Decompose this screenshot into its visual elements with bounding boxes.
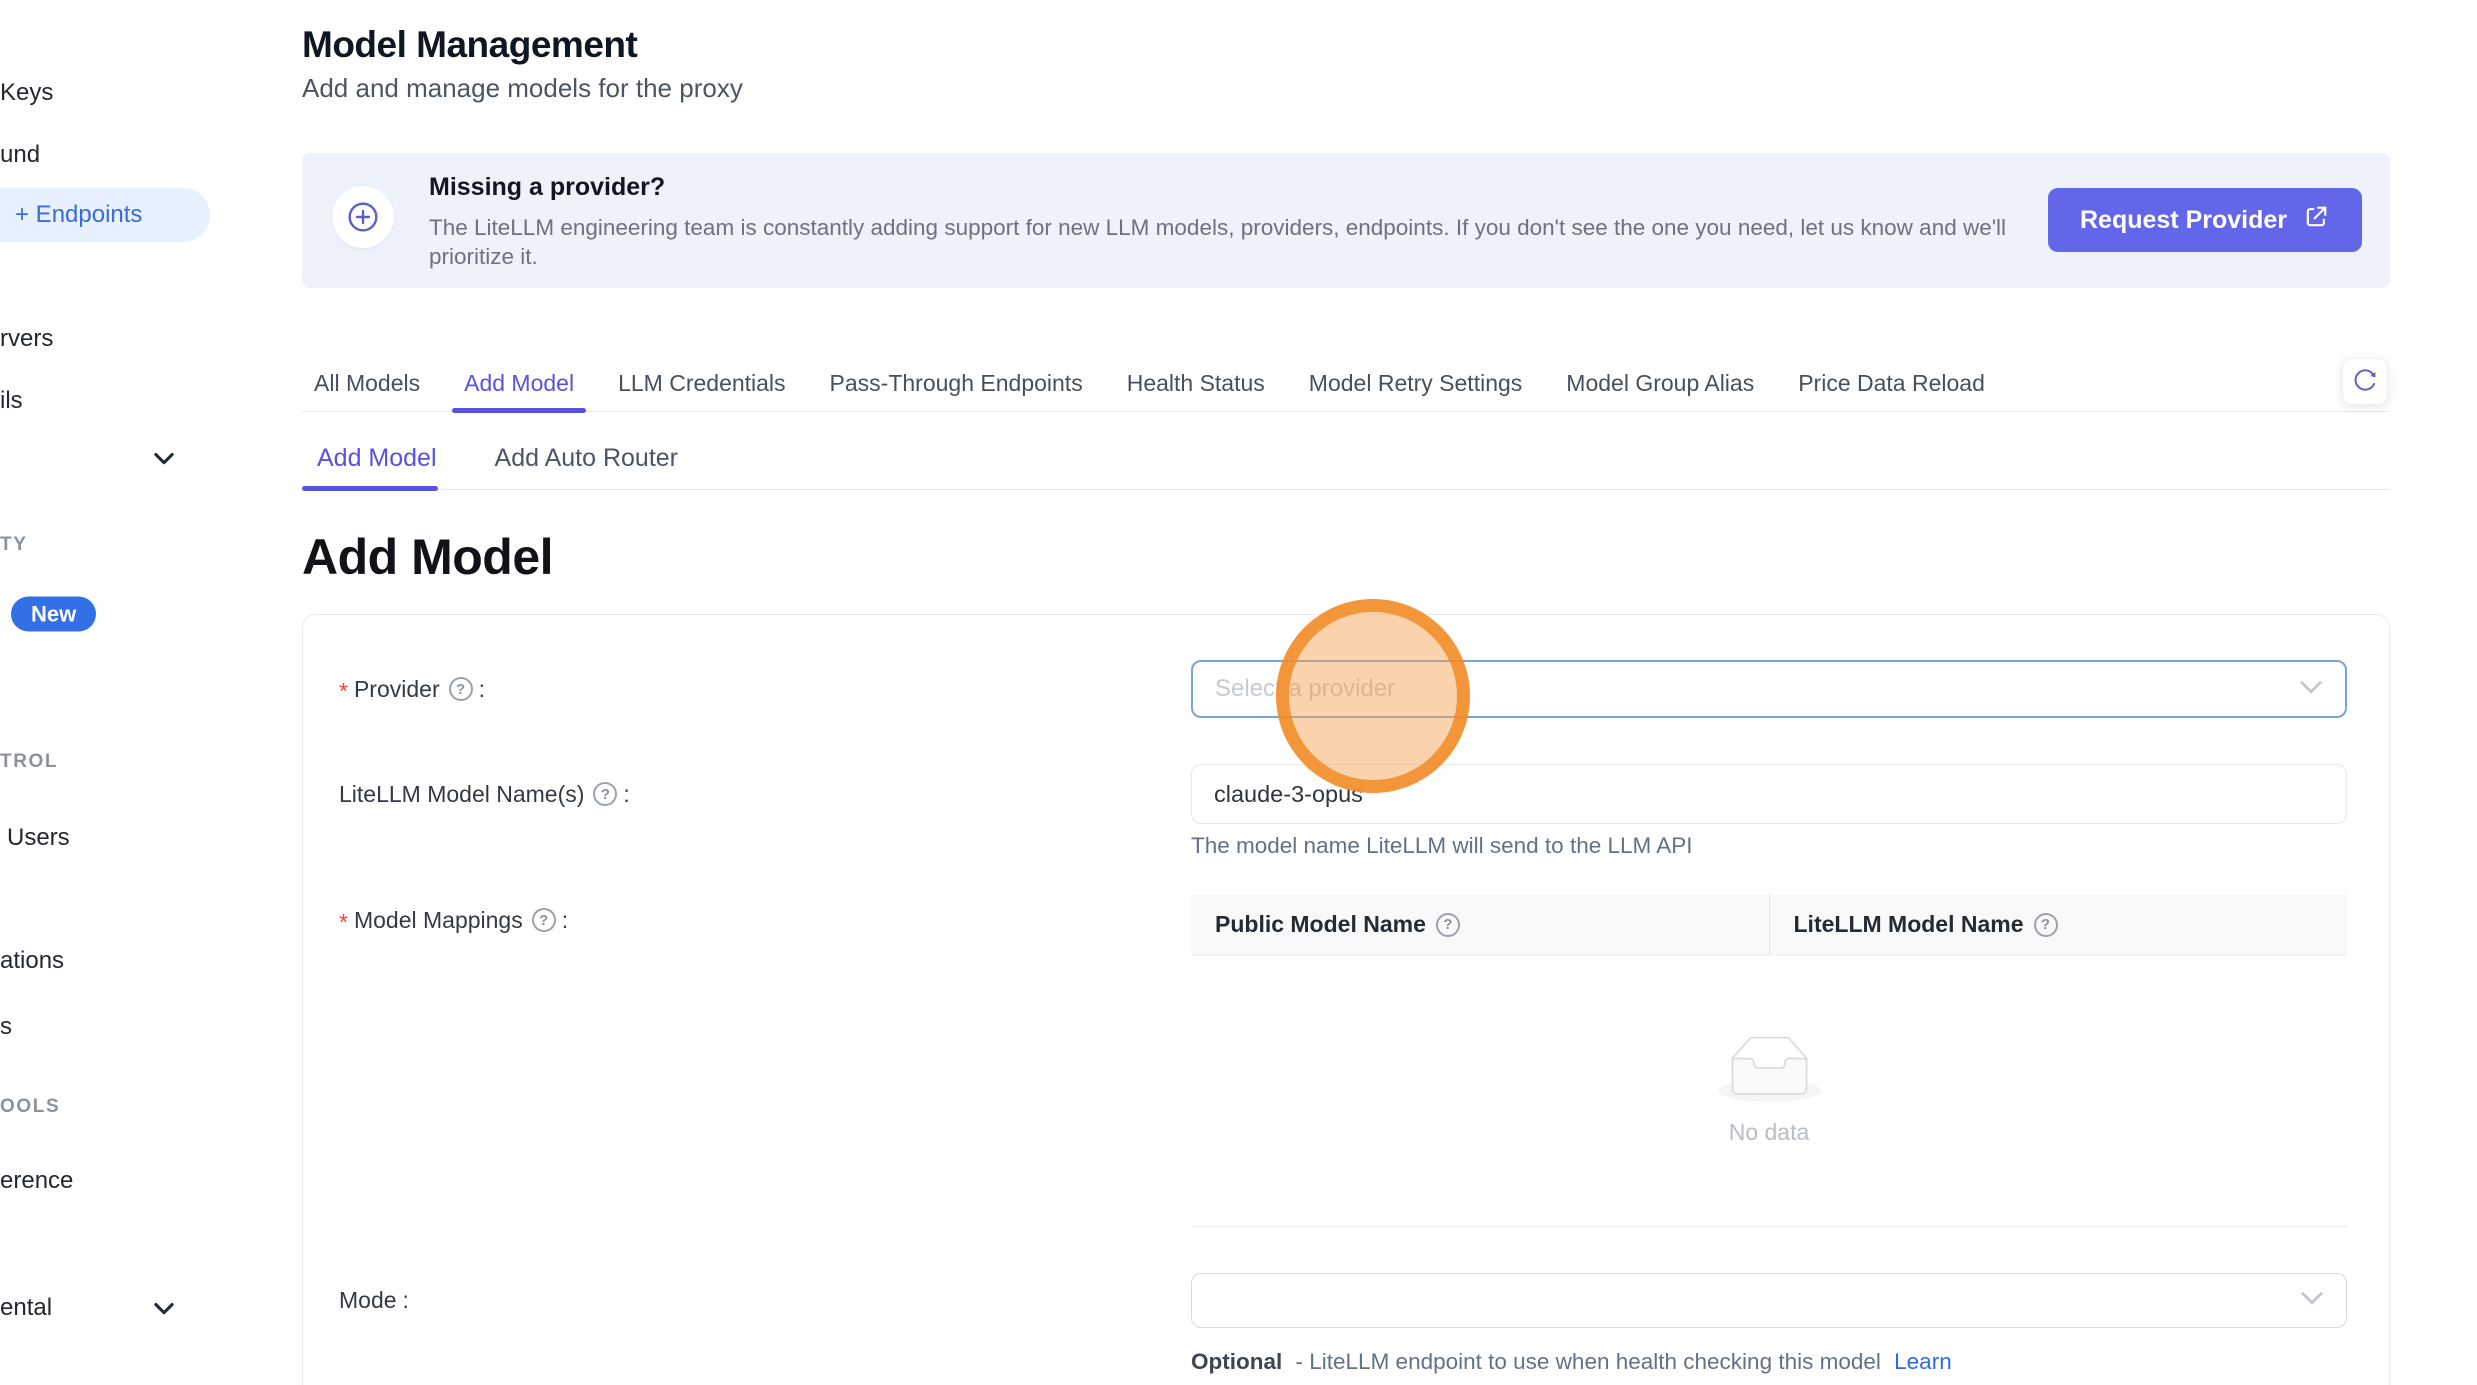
learn-more-link[interactable]: Learn [1894, 1349, 1952, 1374]
sidebar-item-keys[interactable]: Keys [0, 79, 53, 107]
sidebar-item-internal-users[interactable]: Users [7, 824, 70, 852]
subtab-add-auto-router[interactable]: Add Auto Router [480, 427, 693, 489]
sidebar-item-organizations[interactable]: ations [0, 947, 64, 975]
main-content: Model Management Add and manage models f… [302, 0, 2390, 1385]
model-name-value: claude-3-opus [1214, 781, 1363, 808]
help-icon[interactable]: ? [2034, 913, 2058, 937]
help-icon[interactable]: ? [593, 782, 617, 806]
missing-provider-banner: Missing a provider? The LiteLLM engineer… [302, 153, 2390, 288]
sidebar-item-inference[interactable]: erence [0, 1167, 73, 1195]
sidebar-item-servers[interactable]: rvers [0, 325, 53, 353]
provider-label: * Provider ? : [339, 674, 485, 704]
tab-all-models[interactable]: All Models [314, 355, 420, 411]
chevron-down-icon[interactable] [150, 1294, 178, 1322]
banner-description: The LiteLLM engineering team is constant… [429, 213, 2009, 271]
provider-select[interactable]: Select a provider [1191, 660, 2347, 718]
refresh-icon [2352, 367, 2378, 396]
page-title: Model Management [302, 24, 637, 66]
model-mappings-table: Public Model Name ? LiteLLM Model Name ?… [1191, 894, 2347, 1227]
chevron-down-icon [2299, 679, 2323, 700]
request-provider-label: Request Provider [2080, 206, 2287, 235]
page-subtitle: Add and manage models for the proxy [302, 73, 743, 104]
subtab-add-model[interactable]: Add Model [302, 427, 452, 489]
tab-llm-credentials[interactable]: LLM Credentials [618, 355, 785, 411]
chevron-down-icon[interactable] [150, 444, 178, 472]
main-tab-bar: All Models Add Model LLM Credentials Pas… [302, 355, 2390, 412]
help-icon[interactable]: ? [532, 908, 556, 932]
help-icon[interactable]: ? [1436, 913, 1460, 937]
model-name-input[interactable]: claude-3-opus [1191, 764, 2347, 824]
required-asterisk: * [339, 678, 348, 705]
add-model-form-card: * Provider ? : Select a provider LiteLLM… [302, 614, 2390, 1385]
model-name-helper: The model name LiteLLM will send to the … [1191, 833, 1693, 859]
chevron-down-icon [2300, 1290, 2324, 1311]
sidebar-section-header: TY [0, 534, 27, 556]
sidebar-section-header-control: TROL [0, 751, 58, 773]
model-mappings-label: * Model Mappings ? : [339, 905, 568, 935]
mode-label: Mode : [339, 1285, 409, 1315]
sidebar-item-teams[interactable]: s [0, 1013, 12, 1041]
refresh-button[interactable] [2342, 358, 2388, 405]
sidebar-item-endpoints[interactable]: + Endpoints [0, 188, 210, 242]
plus-circle-icon [332, 186, 394, 248]
tab-health-status[interactable]: Health Status [1127, 355, 1265, 411]
sidebar-item-label: + Endpoints [15, 201, 142, 229]
mode-select[interactable] [1191, 1273, 2347, 1328]
tab-pass-through-endpoints[interactable]: Pass-Through Endpoints [830, 355, 1083, 411]
tab-price-data-reload[interactable]: Price Data Reload [1798, 355, 1985, 411]
table-empty-state: No data [1191, 956, 2347, 1226]
sidebar: Keys und + Endpoints rvers ils TY New TR… [0, 0, 230, 1385]
column-litellm-model-name: LiteLLM Model Name ? [1770, 894, 2348, 955]
tab-model-retry-settings[interactable]: Model Retry Settings [1309, 355, 1522, 411]
sidebar-item-experimental[interactable]: ental [0, 1294, 52, 1322]
no-data-text: No data [1729, 1119, 1810, 1146]
help-icon[interactable]: ? [449, 677, 473, 701]
empty-box-icon [1718, 1036, 1821, 1107]
sidebar-item-guardrails[interactable]: ils [0, 387, 23, 415]
sidebar-section-header-tools: OOLS [0, 1096, 60, 1118]
tab-add-model[interactable]: Add Model [464, 355, 574, 411]
required-asterisk: * [339, 909, 348, 936]
add-model-heading: Add Model [302, 528, 553, 586]
tab-model-group-alias[interactable]: Model Group Alias [1566, 355, 1754, 411]
external-link-icon [2303, 203, 2330, 237]
sidebar-item-playground[interactable]: und [0, 141, 40, 169]
mode-helper: Optional - LiteLLM endpoint to use when … [1191, 1349, 1952, 1375]
banner-title: Missing a provider? [429, 173, 2029, 202]
column-public-model-name: Public Model Name ? [1191, 894, 1770, 955]
new-badge: New [11, 597, 96, 632]
sub-tab-bar: Add Model Add Auto Router [302, 427, 2390, 490]
request-provider-button[interactable]: Request Provider [2048, 188, 2362, 252]
provider-placeholder: Select a provider [1215, 675, 1395, 703]
table-header-row: Public Model Name ? LiteLLM Model Name ? [1191, 894, 2347, 956]
model-name-label: LiteLLM Model Name(s) ? : [339, 779, 630, 809]
